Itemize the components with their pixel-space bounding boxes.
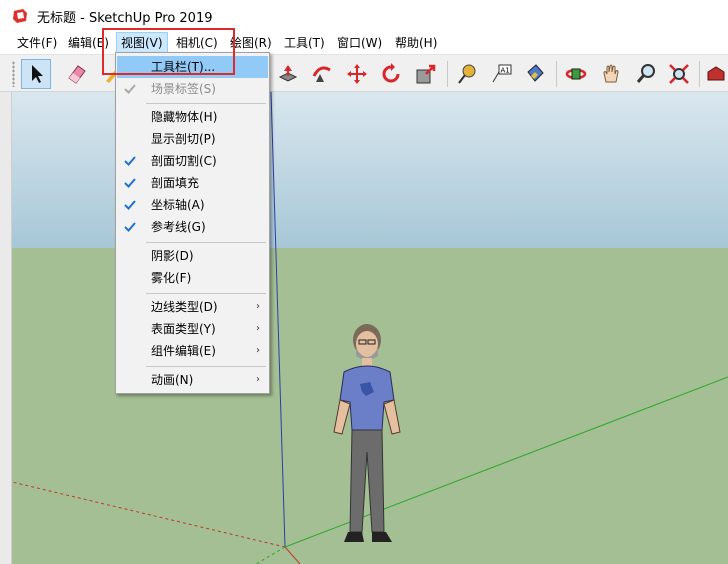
move-icon: [347, 64, 367, 84]
green-axis-negative: [255, 546, 286, 564]
eraser-icon: [68, 65, 86, 84]
menu-file[interactable]: 文件(F): [17, 32, 57, 54]
move-tool-button[interactable]: [342, 59, 372, 89]
menu-item-animation[interactable]: 动画(N) ›: [117, 369, 268, 391]
select-tool-button[interactable]: [21, 59, 51, 89]
warehouse-icon: [707, 66, 725, 81]
menu-item-fog[interactable]: 雾化(F): [117, 267, 268, 289]
menu-item-label: 剖面切割(C): [151, 154, 217, 168]
text-icon: A1: [492, 64, 512, 83]
sketchup-logo-icon: [13, 9, 27, 23]
menu-item-label: 组件编辑(E): [151, 344, 216, 358]
zoom-extents-tool-button[interactable]: [664, 59, 694, 89]
follow-me-tool-button[interactable]: [307, 59, 337, 89]
scale-figure-person[interactable]: [320, 322, 410, 550]
check-icon: [124, 84, 136, 94]
toolbar-separator: [556, 61, 557, 87]
highlight-annotation-box: [102, 28, 235, 75]
red-axis-negative: [11, 481, 286, 548]
menu-item-label: 场景标签(S): [151, 82, 216, 96]
menu-item-label: 坐标轴(A): [151, 198, 205, 212]
rotate-tool-button[interactable]: [376, 59, 406, 89]
paint-bucket-tool-button[interactable]: [520, 59, 550, 89]
menu-item-label: 动画(N): [151, 373, 194, 387]
menu-item-component-edit[interactable]: 组件编辑(E) ›: [117, 340, 268, 362]
scale-tool-button[interactable]: [411, 59, 441, 89]
paint-bucket-icon: [527, 64, 544, 82]
menu-draw[interactable]: 绘图(R): [230, 32, 272, 54]
blue-axis: [270, 92, 286, 548]
menu-item-label: 阴影(D): [151, 249, 194, 263]
submenu-arrow-icon: ›: [256, 345, 260, 356]
menu-item-scene-tabs[interactable]: 场景标签(S): [117, 78, 268, 100]
menu-item-label: 雾化(F): [151, 271, 192, 285]
toolbar-grip[interactable]: [12, 61, 15, 87]
menu-item-label: 参考线(G): [151, 220, 206, 234]
orbit-tool-button[interactable]: [561, 59, 591, 89]
menu-tools[interactable]: 工具(T): [284, 32, 325, 54]
menu-separator: [146, 103, 266, 104]
check-icon: [124, 222, 136, 232]
menu-item-shadows[interactable]: 阴影(D): [117, 245, 268, 267]
menu-window[interactable]: 窗口(W): [337, 32, 382, 54]
menu-item-axes[interactable]: 坐标轴(A): [117, 194, 268, 216]
menu-item-label: 显示剖切(P): [151, 132, 216, 146]
submenu-arrow-icon: ›: [256, 301, 260, 312]
pan-icon: [603, 64, 619, 83]
eraser-tool-button[interactable]: [62, 59, 92, 89]
menu-separator: [146, 293, 266, 294]
menu-item-section-fill[interactable]: 剖面填充: [117, 172, 268, 194]
orbit-icon: [565, 68, 587, 80]
select-arrow-icon: [32, 65, 43, 83]
menu-separator: [146, 242, 266, 243]
scale-icon: [416, 64, 436, 84]
menu-item-section-cuts[interactable]: 剖面切割(C): [117, 150, 268, 172]
check-icon: [124, 200, 136, 210]
window-title: 无标题 - SketchUp Pro 2019: [37, 10, 213, 26]
menu-item-face-style[interactable]: 表面类型(Y) ›: [117, 318, 268, 340]
zoom-icon: [636, 64, 655, 83]
menu-item-label: 隐藏物体(H): [151, 110, 218, 124]
left-edge-panel: [0, 92, 12, 564]
submenu-arrow-icon: ›: [256, 323, 260, 334]
menu-item-guides[interactable]: 参考线(G): [117, 216, 268, 238]
pan-tool-button[interactable]: [596, 59, 626, 89]
tape-measure-tool-button[interactable]: [452, 59, 482, 89]
check-icon: [124, 156, 136, 166]
push-pull-icon: [278, 65, 298, 82]
zoom-tool-button[interactable]: [631, 59, 661, 89]
menu-item-label: 表面类型(Y): [151, 322, 216, 336]
submenu-arrow-icon: ›: [256, 374, 260, 385]
menu-item-hidden-geometry[interactable]: 隐藏物体(H): [117, 106, 268, 128]
menu-item-label: 边线类型(D): [151, 300, 218, 314]
check-icon: [124, 178, 136, 188]
rotate-icon: [382, 63, 400, 83]
menu-item-label: 剖面填充: [151, 176, 200, 190]
menu-help[interactable]: 帮助(H): [395, 32, 437, 54]
menu-separator: [146, 366, 266, 367]
view-menu-dropdown: 工具栏(T)... 场景标签(S) 隐藏物体(H) 显示剖切(P) 剖面切割(C…: [115, 52, 270, 394]
text-tool-button[interactable]: A1: [486, 59, 516, 89]
toolbar-separator: [447, 61, 448, 87]
svg-text:A1: A1: [501, 67, 510, 75]
push-pull-tool-button[interactable]: [273, 59, 303, 89]
red-axis: [284, 546, 301, 564]
menu-item-section-planes[interactable]: 显示剖切(P): [117, 128, 268, 150]
warehouse-tool-button[interactable]: [704, 59, 728, 89]
follow-me-icon: [312, 66, 331, 82]
tape-measure-icon: [458, 64, 476, 84]
zoom-extents-icon: [669, 64, 689, 84]
toolbar-separator: [699, 61, 700, 87]
menu-item-edge-style[interactable]: 边线类型(D) ›: [117, 296, 268, 318]
